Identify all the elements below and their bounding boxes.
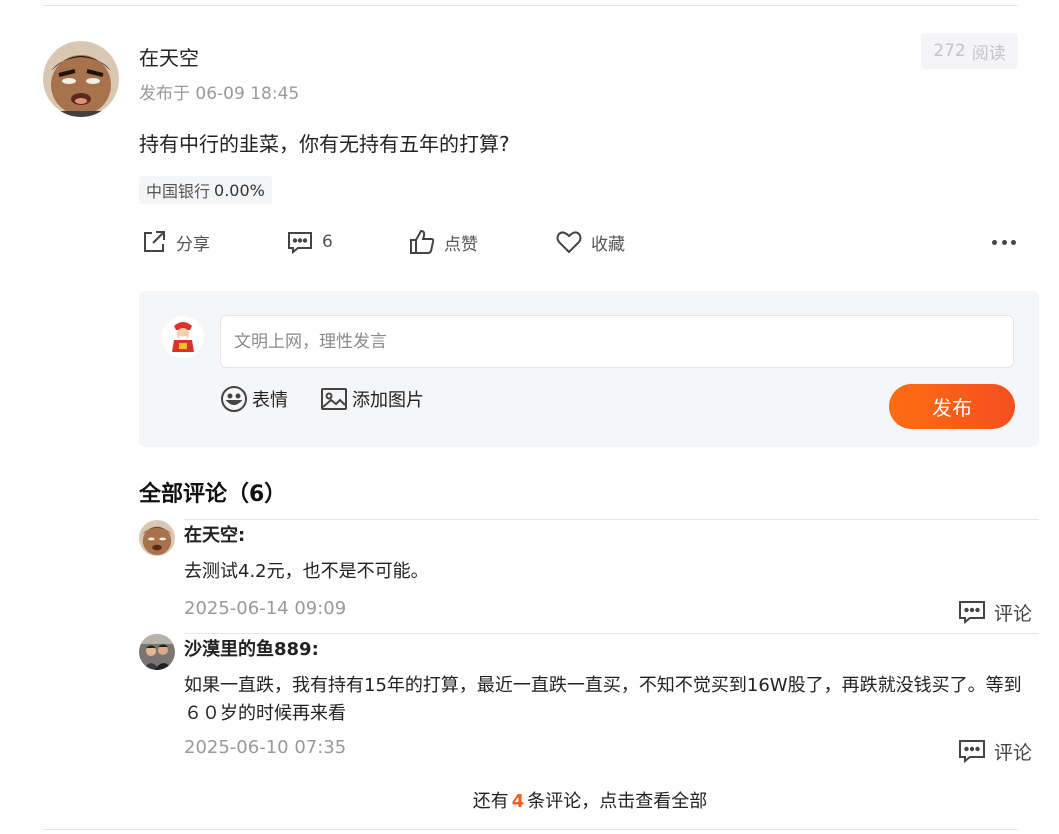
stock-change: 0.00% <box>214 180 265 200</box>
read-count-value: 272 <box>933 41 966 61</box>
author-name[interactable]: 在天空 <box>139 42 199 71</box>
comment-date: 2025-06-14 09:09 <box>184 598 347 619</box>
like-button[interactable]: 点赞 <box>408 226 478 258</box>
like-label: 点赞 <box>444 234 478 255</box>
add-image-button[interactable]: 添加图片 <box>320 385 424 413</box>
reply-label: 评论 <box>994 602 1033 625</box>
author-avatar[interactable] <box>43 41 119 117</box>
reply-icon <box>959 740 985 764</box>
image-icon <box>321 388 347 410</box>
remaining-comment-count: 4 <box>511 791 525 812</box>
comment-username[interactable]: 在天空: <box>184 521 245 547</box>
reply-icon <box>959 601 985 625</box>
reply-label: 评论 <box>994 741 1033 764</box>
more-icon[interactable] <box>992 238 1016 246</box>
stock-tag[interactable]: 中国银行 0.00% <box>139 176 272 204</box>
emoji-label: 表情 <box>252 390 288 411</box>
emoji-button[interactable]: 表情 <box>220 385 288 413</box>
comment-icon <box>288 232 312 255</box>
post-content: 持有中行的韭菜，你有无持有五年的打算? <box>139 132 510 156</box>
comment-divider <box>184 633 1039 634</box>
comment-date: 2025-06-10 07:35 <box>184 737 347 758</box>
top-divider <box>43 5 1018 6</box>
current-user-avatar <box>162 316 204 358</box>
comment-text: 如果一直跌，我有持有15年的打算，最近一直跌一直买，不知不觉买到16W股了，再跌… <box>184 675 1022 724</box>
post-time: 发布于 06-09 18:45 <box>139 84 300 104</box>
heart-icon <box>556 231 582 254</box>
add-image-label: 添加图片 <box>352 390 424 411</box>
view-all-prefix: 还有 <box>472 791 509 812</box>
comment-count: 6 <box>322 232 333 252</box>
reply-button[interactable]: 评论 <box>958 737 1032 765</box>
comments-title: 全部评论（6） <box>139 482 287 507</box>
share-label: 分享 <box>176 234 210 255</box>
view-all-suffix: 条评论，点击查看全部 <box>527 791 708 812</box>
favorite-button[interactable]: 收藏 <box>555 226 625 258</box>
share-icon <box>144 231 165 252</box>
bottom-divider <box>43 829 1018 830</box>
comments-divider <box>184 519 1039 520</box>
emoji-icon <box>221 386 247 412</box>
comment-username[interactable]: 沙漠里的鱼889: <box>184 635 319 661</box>
read-count-label: 阅读 <box>971 43 1006 64</box>
like-icon <box>410 229 435 254</box>
favorite-label: 收藏 <box>591 234 625 255</box>
reply-button[interactable]: 评论 <box>958 598 1032 626</box>
publish-button[interactable]: 发布 <box>889 384 1015 429</box>
comment-input[interactable] <box>220 315 1014 368</box>
comment-text: 去测试4.2元，也不是不可能。 <box>184 561 429 582</box>
comment-button[interactable]: 6 <box>286 226 333 258</box>
share-button[interactable]: 分享 <box>140 226 210 258</box>
stock-name: 中国银行 <box>146 182 211 201</box>
read-count-badge: 272 阅读 <box>921 33 1018 69</box>
comment-avatar[interactable] <box>139 520 175 556</box>
comment-avatar[interactable] <box>139 634 175 670</box>
view-all-comments-link[interactable]: 还有 4 条评论，点击查看全部 <box>0 787 1059 813</box>
